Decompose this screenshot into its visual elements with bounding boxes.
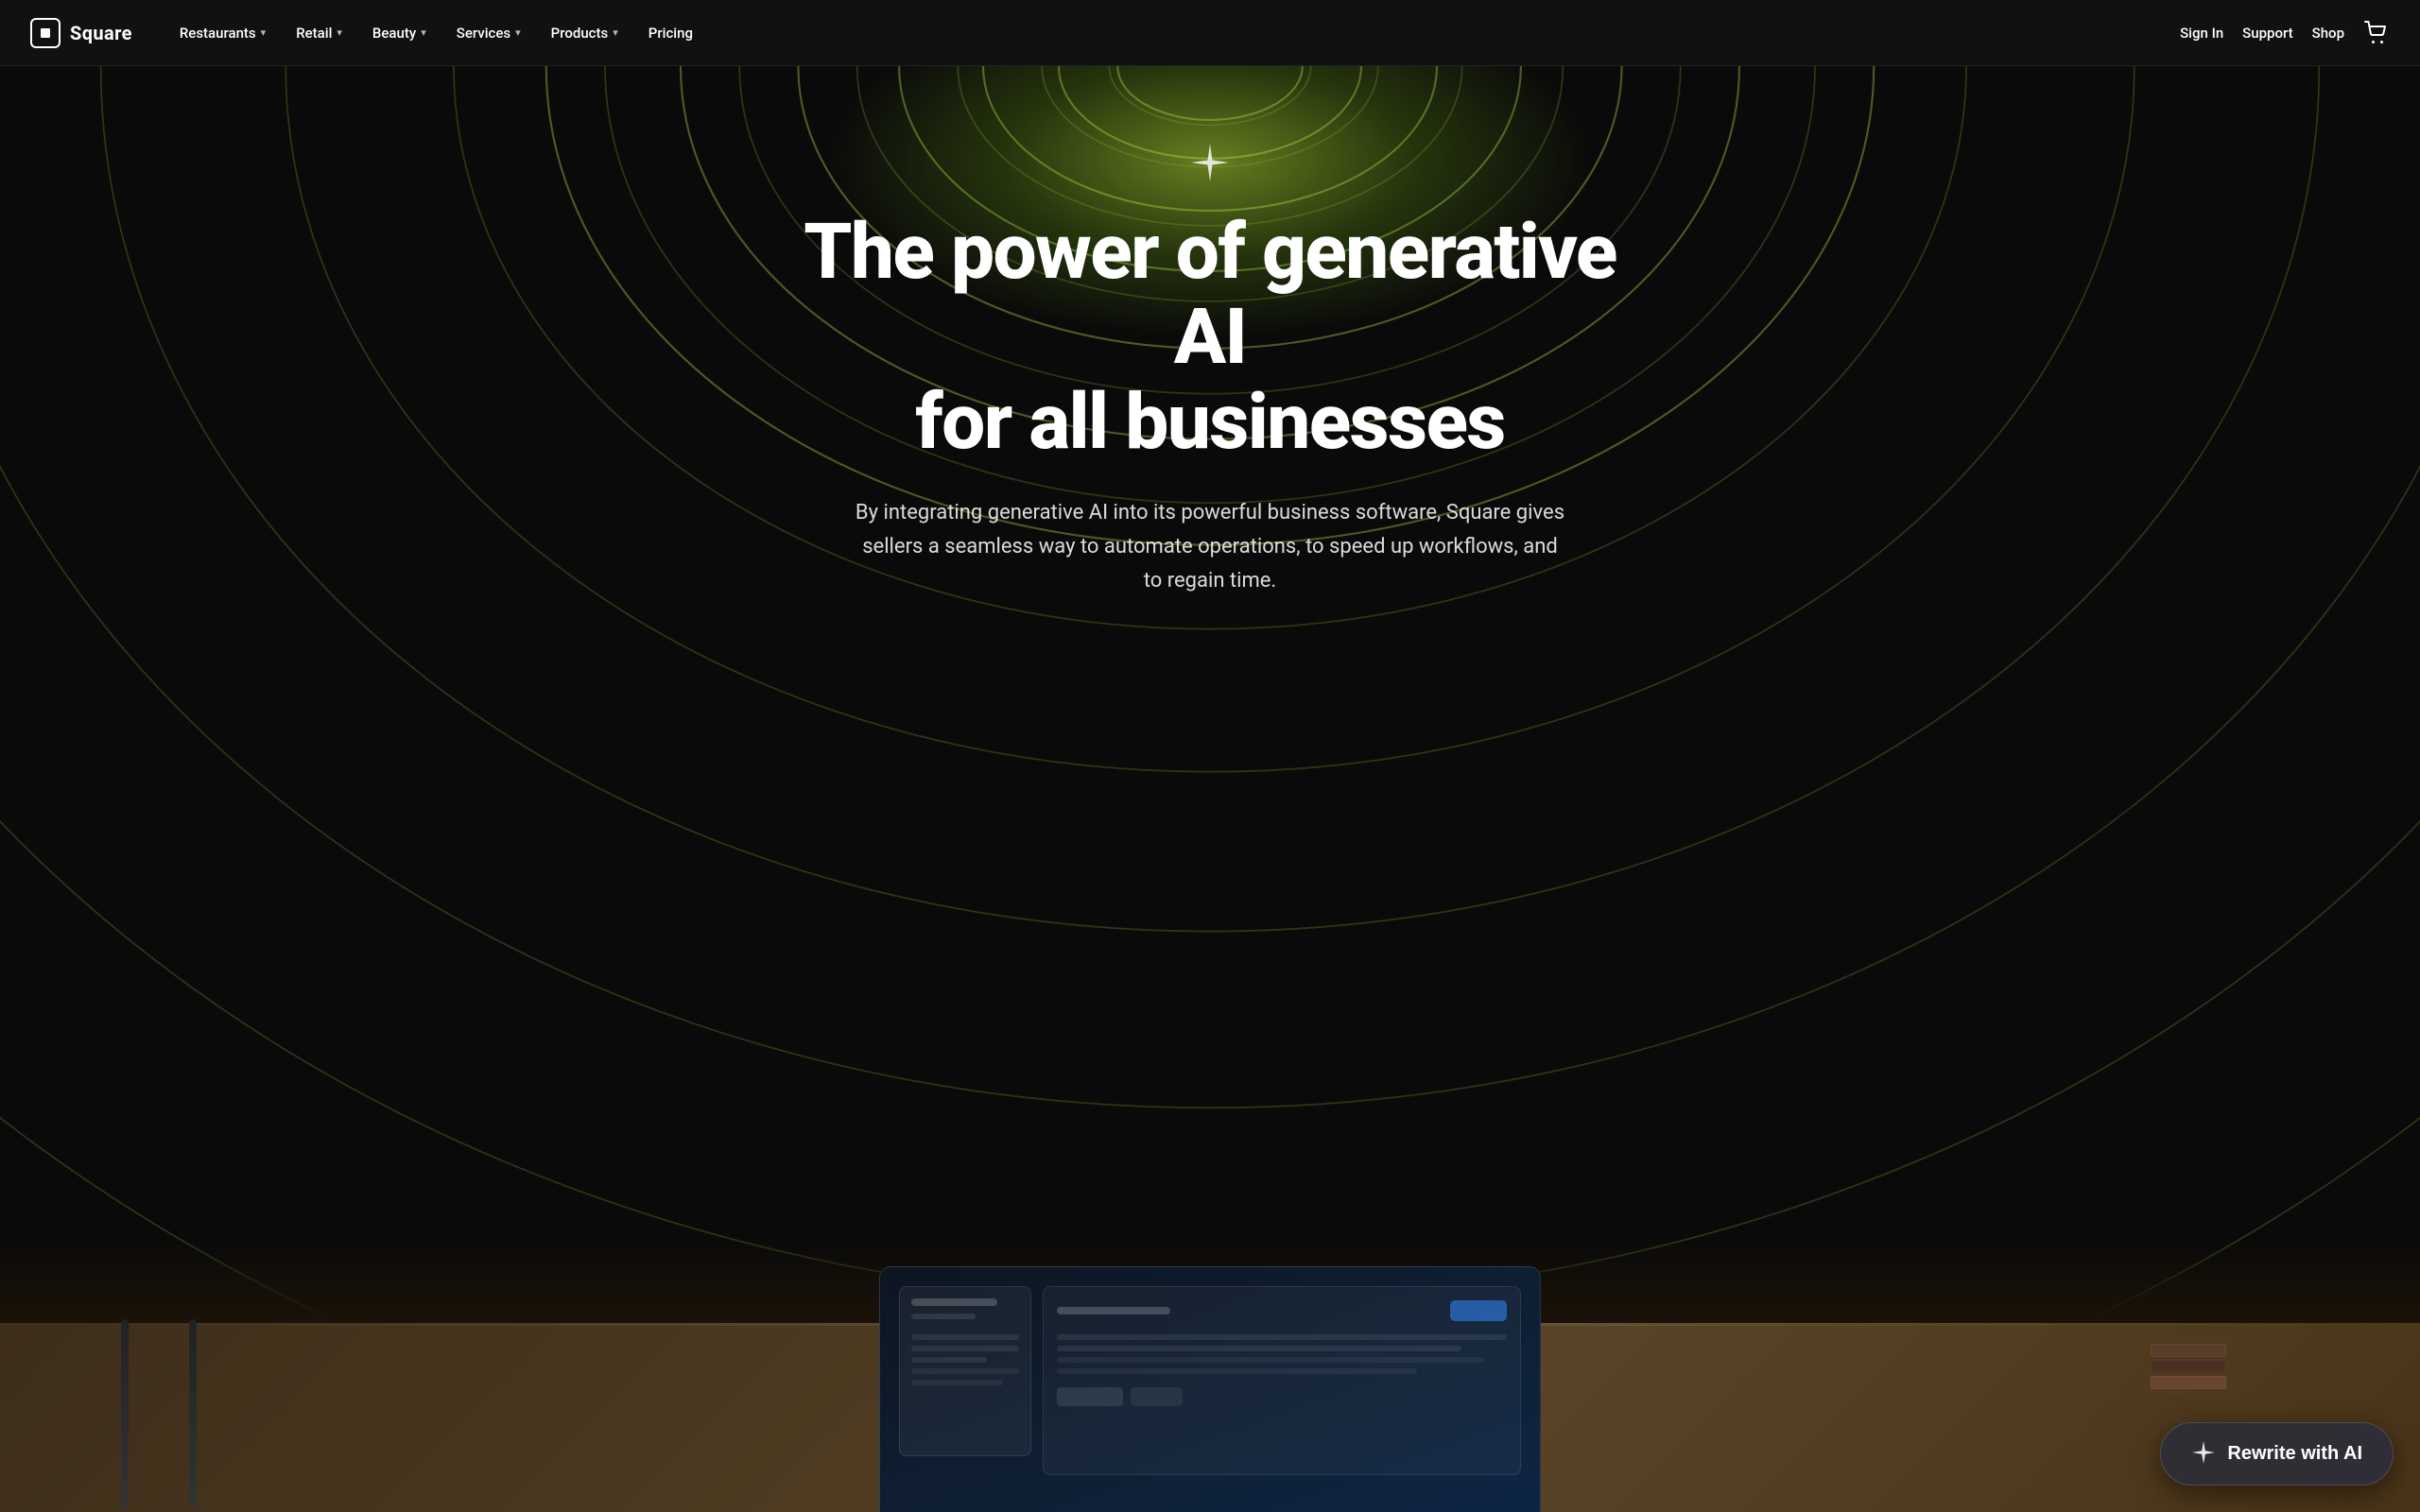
nav-sign-in[interactable]: Sign In [2180, 25, 2223, 42]
hero-title: The power of generative AI for all busin… [785, 210, 1635, 466]
nav-shop[interactable]: Shop [2312, 25, 2344, 42]
nav-item-restaurants[interactable]: Restaurants ▾ [166, 17, 279, 49]
hero-section: The power of generative AI for all busin… [0, 0, 2420, 1512]
nav-item-retail[interactable]: Retail ▾ [283, 17, 355, 49]
rewrite-ai-label: Rewrite with AI [2227, 1443, 2362, 1465]
nav-item-pricing[interactable]: Pricing [635, 17, 706, 49]
hero-subtitle: By integrating generative AI into its po… [851, 496, 1569, 599]
chevron-down-icon: ▾ [421, 26, 426, 39]
chevron-down-icon: ▾ [613, 26, 618, 39]
chevron-down-icon: ▾ [337, 26, 342, 39]
laptop-mockup [879, 1266, 1541, 1512]
nav-item-services[interactable]: Services ▾ [443, 17, 534, 49]
main-nav: Square Restaurants ▾ Retail ▾ Beauty ▾ S… [0, 0, 2420, 66]
nav-main-links: Restaurants ▾ Retail ▾ Beauty ▾ Services… [166, 17, 2180, 49]
nav-support[interactable]: Support [2242, 25, 2292, 42]
screen-left-panel [899, 1286, 1031, 1456]
cart-icon[interactable] [2363, 20, 2390, 46]
logo-text: Square [70, 22, 132, 44]
nav-right: Sign In Support Shop [2180, 20, 2390, 46]
hero-content: The power of generative AI for all busin… [690, 66, 1730, 655]
chevron-down-icon: ▾ [261, 26, 267, 39]
screen-main-panel [1043, 1286, 1521, 1475]
hero-sparkle-icon [1189, 142, 1231, 187]
chevron-down-icon: ▾ [515, 26, 521, 39]
logo-inner-square [41, 28, 50, 38]
nav-item-beauty[interactable]: Beauty ▾ [359, 17, 440, 49]
rewrite-ai-button[interactable]: Rewrite with AI [2160, 1422, 2394, 1486]
nav-item-products[interactable]: Products ▾ [538, 17, 631, 49]
rewrite-sparkle-icon [2191, 1440, 2216, 1468]
logo-icon [30, 18, 60, 48]
logo[interactable]: Square [30, 18, 132, 48]
